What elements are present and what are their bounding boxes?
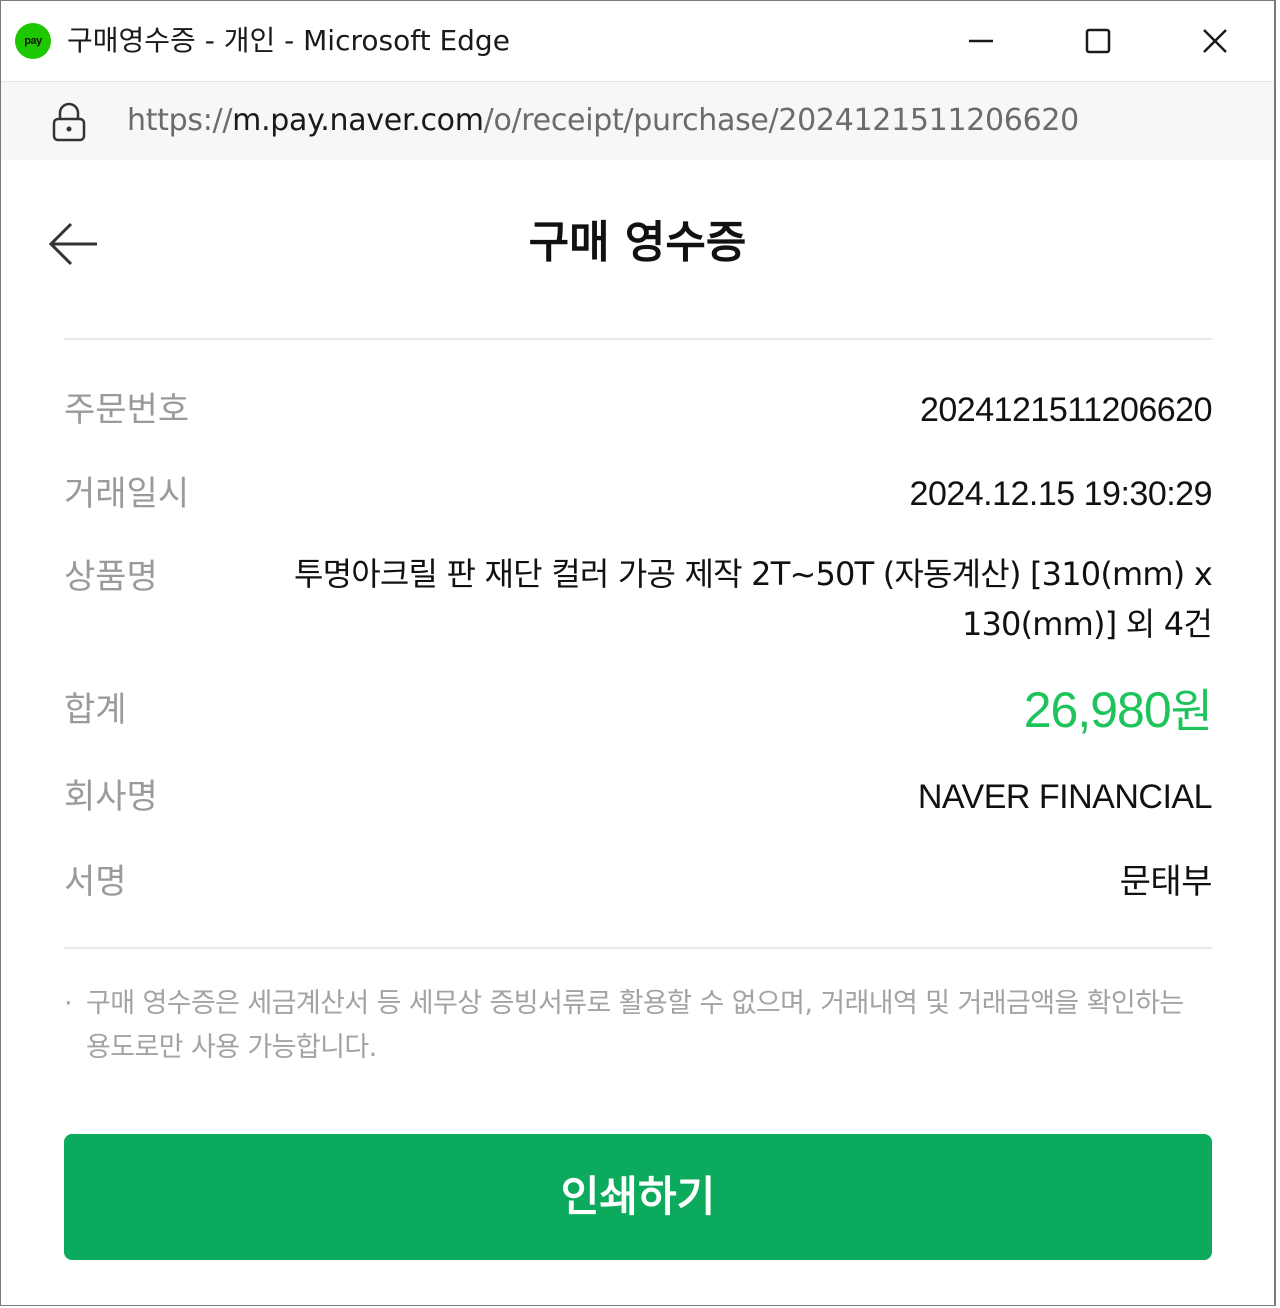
close-icon — [1203, 29, 1227, 53]
company-value: NAVER FINANCIAL — [917, 778, 1213, 816]
minimize-button[interactable] — [941, 11, 1021, 71]
product-name-label: 상품명 — [64, 557, 158, 597]
url-scheme: https:// — [127, 103, 233, 138]
close-button[interactable] — [1175, 11, 1255, 71]
signature-label: 서명 — [64, 862, 127, 902]
naver-pay-app-icon: pay — [15, 23, 51, 59]
product-name-value: 투명아크릴 판 재단 컬러 가공 제작 2T~50T (자동계산) [310(m… — [293, 555, 1213, 643]
signature-value: 문태부 — [1119, 862, 1213, 902]
product-name-row: 상품명 투명아크릴 판 재단 컬러 가공 제작 2T~50T (자동계산) [3… — [64, 555, 1213, 655]
notice-text: 구매 영수증은 세금계산서 등 세무상 증빙서류로 활용할 수 없으며, 거래내… — [86, 988, 1184, 1063]
url-host: m.pay.naver.com — [232, 103, 484, 138]
company-label: 회사명 — [64, 777, 158, 817]
print-button[interactable]: 인쇄하기 — [64, 1134, 1212, 1260]
total-amount: 26,980 — [1023, 682, 1172, 738]
total-label: 합계 — [64, 690, 127, 730]
minimize-icon — [969, 39, 993, 43]
maximize-button[interactable] — [1058, 11, 1138, 71]
page-title: 구매 영수증 — [528, 217, 747, 268]
total-currency-unit: 원 — [1170, 684, 1213, 738]
order-number-label: 주문번호 — [64, 390, 190, 430]
transaction-date-label: 거래일시 — [64, 474, 190, 514]
url-text[interactable]: https://m.pay.naver.com/o/receipt/purcha… — [127, 100, 1079, 142]
total-value: 26,980원 — [1023, 680, 1213, 741]
top-divider — [64, 338, 1212, 340]
title-bar: pay 구매영수증 - 개인 - Microsoft Edge — [1, 1, 1274, 81]
bottom-divider — [64, 947, 1212, 949]
notice-bullet: · — [64, 988, 73, 1019]
receipt-page: 구매 영수증 주문번호 2024121511206620 거래일시 2024.1… — [1, 160, 1274, 1305]
order-number-value: 2024121511206620 — [919, 391, 1213, 429]
maximize-icon — [1085, 28, 1111, 54]
browser-window: pay 구매영수증 - 개인 - Microsoft Edge https://… — [0, 0, 1276, 1306]
receipt-notice: · 구매 영수증은 세금계산서 등 세무상 증빙서류로 활용할 수 없으며, 거… — [64, 982, 1212, 1070]
transaction-date-value: 2024.12.15 19:30:29 — [909, 475, 1213, 513]
address-bar[interactable]: https://m.pay.naver.com/o/receipt/purcha… — [1, 81, 1274, 161]
window-title: 구매영수증 - 개인 - Microsoft Edge — [67, 24, 510, 57]
url-path: /o/receipt/purchase/2024121511206620 — [483, 103, 1080, 138]
lock-icon[interactable] — [51, 102, 87, 142]
